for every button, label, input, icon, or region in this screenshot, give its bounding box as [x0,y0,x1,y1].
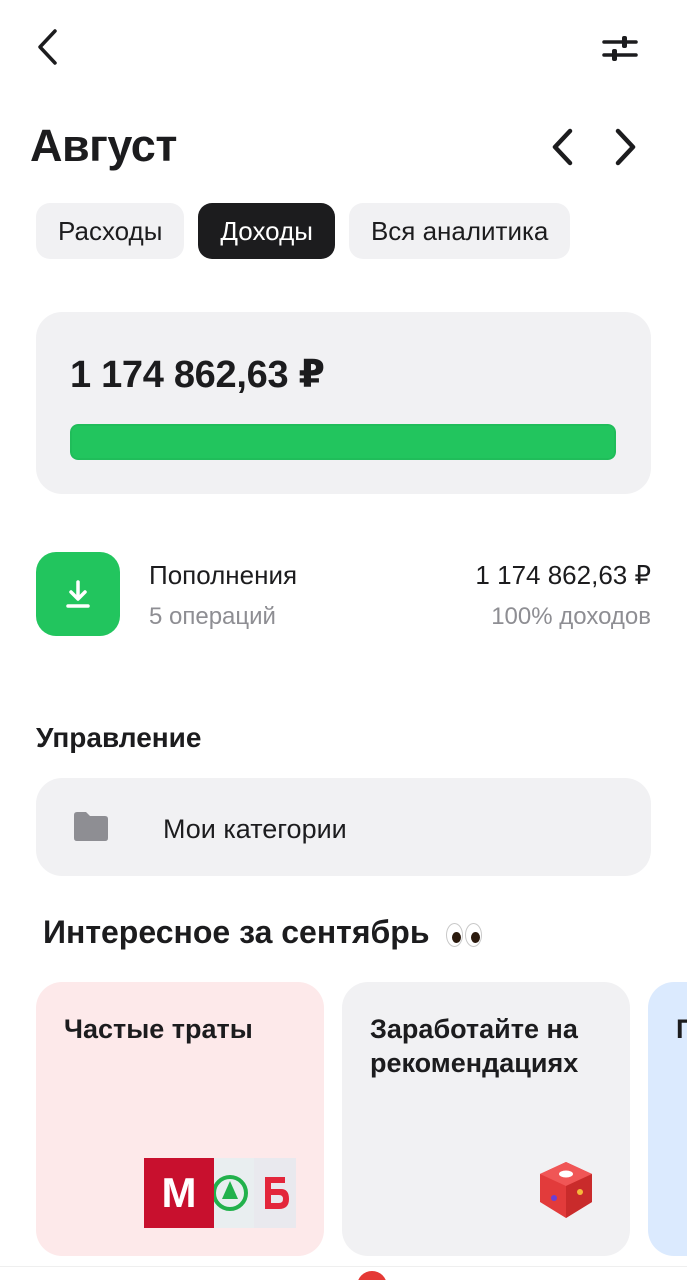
lenta-logo-icon [254,1158,296,1228]
interesting-title-text: Интересное за сентябрь [43,914,430,950]
income-progress-fill [70,424,616,460]
chevron-left-icon [38,29,57,65]
story-card-earn-on-recommendations[interactable]: Заработайте на рекомендациях [342,982,630,1256]
merchant-logos: М [144,1158,296,1228]
tab-bar-edge [0,1266,687,1280]
category-row-top-ups[interactable]: Пополнения 5 операций 1 174 862,63 ₽ 100… [36,552,651,636]
tab-income[interactable]: Доходы [198,203,335,259]
tab-expenses[interactable]: Расходы [36,203,185,259]
filter-button[interactable] [598,28,642,68]
total-income-amount: 1 174 862,63 ₽ [70,354,325,396]
my-categories-button[interactable]: Мои категории [36,778,651,876]
category-name: Пополнения [149,560,298,590]
magnit-logo-icon: М [144,1158,214,1228]
previous-month-button[interactable] [542,124,582,170]
story-card-third[interactable]: П м [648,982,687,1256]
category-icon-badge [36,552,120,636]
chevron-right-icon [615,128,636,166]
category-share: 100% доходов [491,603,651,630]
perekrestok-logo-icon [214,1158,254,1228]
back-button[interactable] [30,26,64,68]
chevron-left-icon [552,128,573,166]
dice-icon [540,1162,592,1218]
story-card-title: Частые траты [64,1014,253,1044]
page-title: Август [30,120,177,171]
my-categories-label: Мои категории [163,814,347,844]
category-operations-count: 5 операций [149,603,276,630]
folder-icon [74,812,108,841]
income-summary-card: 1 174 862,63 ₽ [36,312,651,494]
category-amount: 1 174 862,63 ₽ [475,560,651,590]
download-icon [66,580,90,608]
analytics-page: Август Расходы Доходы Вся аналитика 1 17… [0,0,687,1280]
next-month-button[interactable] [606,124,646,170]
income-progress-bar [70,424,616,460]
story-card-title: П м [676,1014,687,1044]
analytics-tabs: Расходы Доходы Вся аналитика [36,203,571,259]
tab-all-analytics[interactable]: Вся аналитика [348,203,571,259]
story-card-frequent-spending[interactable]: Частые траты М [36,982,324,1256]
management-section-title: Управление [36,722,202,753]
eyes-emoji-icon [446,922,483,947]
sliders-icon [602,36,638,61]
interesting-section-title: Интересное за сентябрь [43,914,483,951]
story-card-title: Заработайте на рекомендациях [370,1014,579,1078]
